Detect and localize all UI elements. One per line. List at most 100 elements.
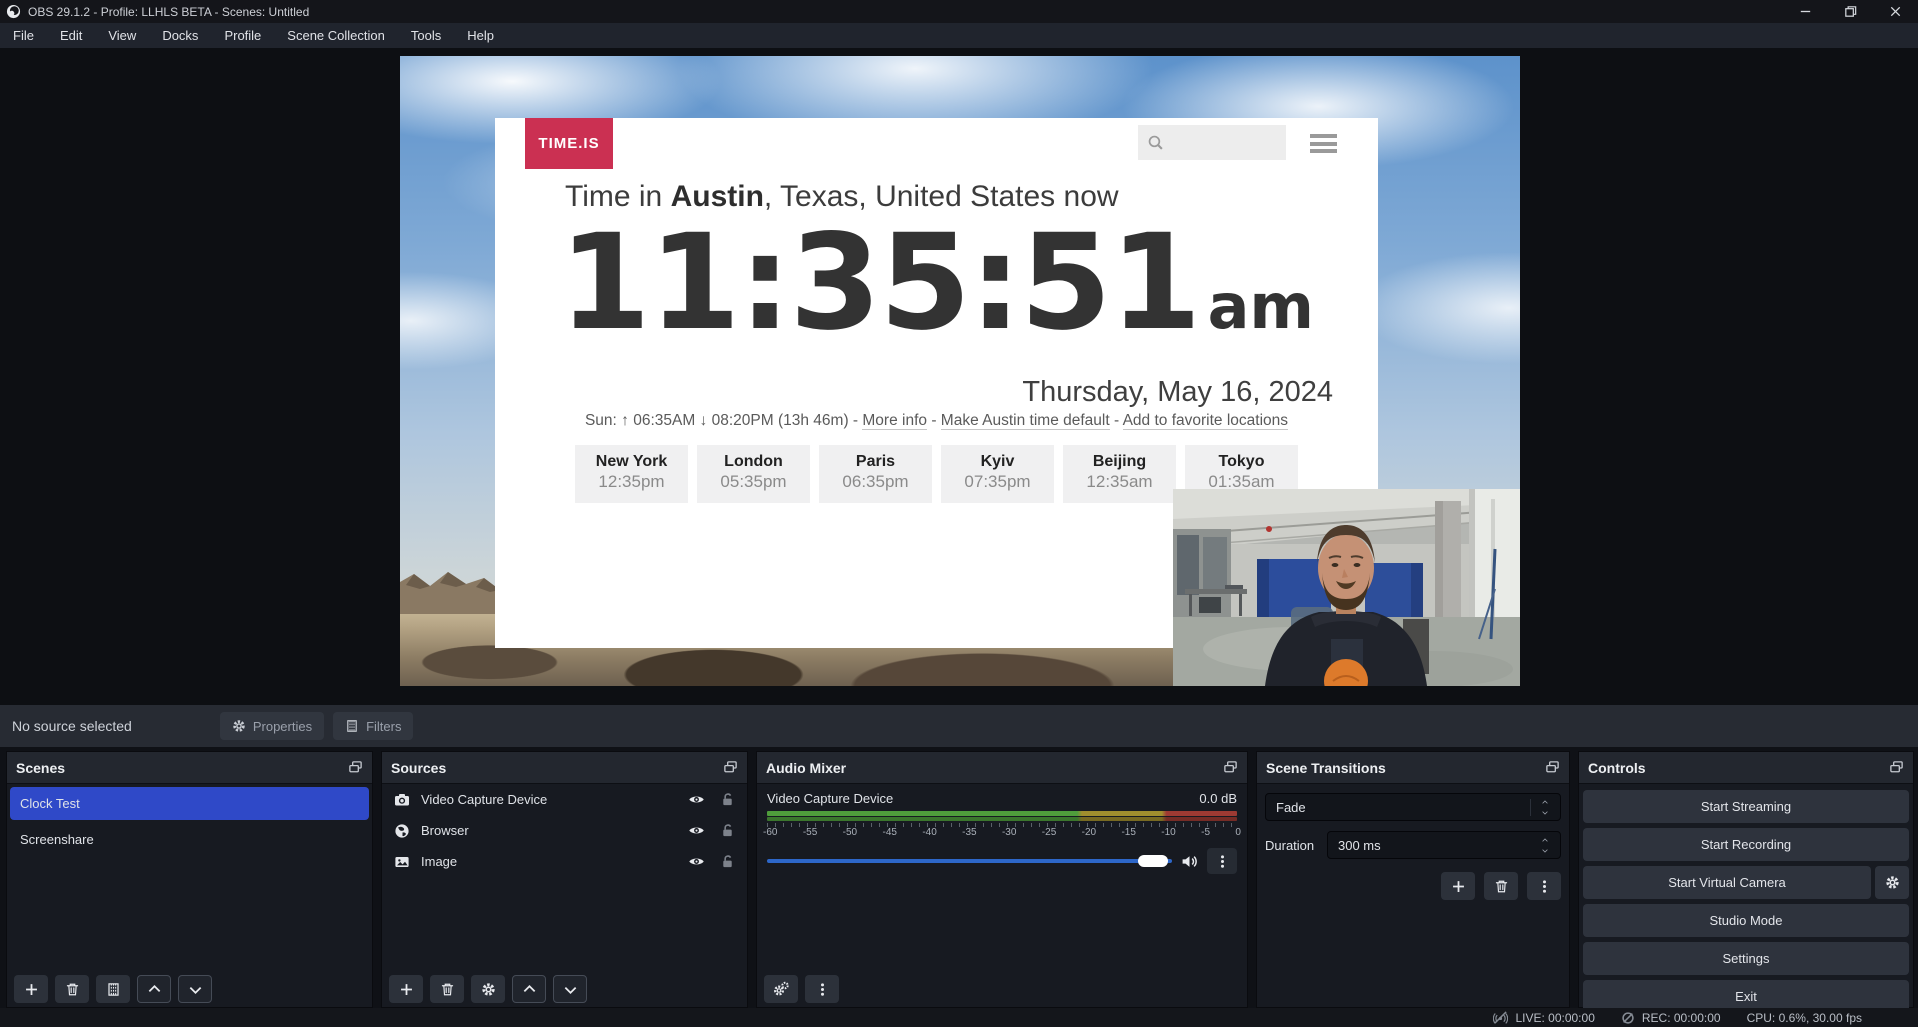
close-button[interactable] bbox=[1873, 0, 1918, 23]
obs-logo-icon bbox=[6, 4, 21, 19]
filters-button[interactable]: Filters bbox=[333, 712, 413, 740]
stream-inactive-icon bbox=[1493, 1010, 1508, 1025]
menu-scene-collection[interactable]: Scene Collection bbox=[274, 23, 398, 48]
city-london: London05:35pm bbox=[697, 445, 810, 503]
menu-view[interactable]: View bbox=[95, 23, 149, 48]
preview-area: TIME.IS Time in Austin, Texas, United St… bbox=[0, 48, 1918, 705]
advanced-audio-button[interactable] bbox=[764, 975, 798, 1003]
mixer-channel-db: 0.0 dB bbox=[1199, 791, 1237, 806]
plus-icon bbox=[1451, 879, 1466, 894]
properties-button[interactable]: Properties bbox=[220, 712, 324, 740]
chevron-up-icon bbox=[147, 982, 162, 997]
transition-select[interactable]: Fade bbox=[1265, 793, 1561, 821]
city-kyiv: Kyiv07:35pm bbox=[941, 445, 1054, 503]
eye-icon[interactable] bbox=[688, 853, 705, 870]
transitions-title: Scene Transitions bbox=[1266, 760, 1386, 776]
controls-dock: Controls Start Streaming Start Recording… bbox=[1578, 751, 1914, 1008]
virtual-camera-settings-button[interactable] bbox=[1875, 866, 1909, 899]
duration-spinbox[interactable]: 300 ms bbox=[1327, 831, 1561, 859]
kebab-menu-icon bbox=[815, 982, 830, 997]
trash-icon bbox=[1494, 879, 1509, 894]
scenes-dock: Scenes Clock Test Screenshare bbox=[6, 751, 373, 1008]
trash-icon bbox=[440, 982, 455, 997]
volume-slider[interactable] bbox=[767, 859, 1172, 863]
source-item-browser[interactable]: Browser bbox=[382, 815, 747, 846]
rec-status: REC: 00:00:00 bbox=[1621, 1011, 1721, 1025]
eye-icon[interactable] bbox=[688, 791, 705, 808]
trash-icon bbox=[65, 982, 80, 997]
volume-slider-handle[interactable] bbox=[1138, 855, 1168, 867]
popout-icon[interactable] bbox=[348, 760, 363, 775]
window-title: OBS 29.1.2 - Profile: LLHLS BETA - Scene… bbox=[28, 5, 309, 19]
popout-icon[interactable] bbox=[723, 760, 738, 775]
mixer-channel-menu-button[interactable] bbox=[1207, 848, 1237, 874]
minimize-button[interactable] bbox=[1783, 0, 1828, 23]
kebab-menu-icon bbox=[1537, 879, 1552, 894]
start-recording-button[interactable]: Start Recording bbox=[1583, 828, 1909, 861]
sources-title: Sources bbox=[391, 760, 446, 776]
controls-title: Controls bbox=[1588, 760, 1646, 776]
scene-item-clock-test[interactable]: Clock Test bbox=[10, 787, 369, 820]
duration-label: Duration bbox=[1265, 838, 1327, 853]
scene-down-button[interactable] bbox=[178, 975, 212, 1003]
start-virtual-camera-button[interactable]: Start Virtual Camera bbox=[1583, 866, 1871, 899]
unlock-icon[interactable] bbox=[720, 854, 735, 869]
source-up-button[interactable] bbox=[512, 975, 546, 1003]
scene-up-button[interactable] bbox=[137, 975, 171, 1003]
remove-scene-button[interactable] bbox=[55, 975, 89, 1003]
add-transition-button[interactable] bbox=[1441, 872, 1475, 900]
transition-menu-button[interactable] bbox=[1527, 872, 1561, 900]
scenes-title: Scenes bbox=[16, 760, 65, 776]
image-icon bbox=[394, 854, 410, 870]
chevron-up-icon bbox=[522, 982, 537, 997]
make-default-link: Make Austin time default bbox=[941, 412, 1110, 430]
chevron-up-icon bbox=[1540, 799, 1550, 806]
source-item-video-capture[interactable]: Video Capture Device bbox=[382, 784, 747, 815]
source-status-text: No source selected bbox=[12, 718, 132, 734]
gear-icon bbox=[232, 719, 246, 733]
sources-dock: Sources Video Capture Device Browser bbox=[381, 751, 748, 1008]
add-source-button[interactable] bbox=[389, 975, 423, 1003]
remove-source-button[interactable] bbox=[430, 975, 464, 1003]
timeis-logo: TIME.IS bbox=[525, 118, 613, 169]
start-streaming-button[interactable]: Start Streaming bbox=[1583, 790, 1909, 823]
settings-button[interactable]: Settings bbox=[1583, 942, 1909, 975]
add-scene-button[interactable] bbox=[14, 975, 48, 1003]
eye-icon[interactable] bbox=[688, 822, 705, 839]
menu-bar: File Edit View Docks Profile Scene Colle… bbox=[0, 23, 1918, 48]
studio-mode-button[interactable]: Studio Mode bbox=[1583, 904, 1909, 937]
source-down-button[interactable] bbox=[553, 975, 587, 1003]
gear-icon bbox=[481, 982, 496, 997]
popout-icon[interactable] bbox=[1223, 760, 1238, 775]
menu-edit[interactable]: Edit bbox=[47, 23, 95, 48]
filters-icon bbox=[106, 982, 121, 997]
speaker-icon[interactable] bbox=[1181, 853, 1198, 870]
restore-button[interactable] bbox=[1828, 0, 1873, 23]
sun-info-line: Sun: ↑ 06:35AM ↓ 08:20PM (13h 46m) - Mor… bbox=[495, 412, 1378, 430]
menu-profile[interactable]: Profile bbox=[211, 23, 274, 48]
menu-docks[interactable]: Docks bbox=[149, 23, 211, 48]
remove-transition-button[interactable] bbox=[1484, 872, 1518, 900]
popout-icon[interactable] bbox=[1545, 760, 1560, 775]
unlock-icon[interactable] bbox=[720, 823, 735, 838]
restore-icon bbox=[1843, 4, 1858, 19]
mixer-menu-button[interactable] bbox=[805, 975, 839, 1003]
program-canvas[interactable]: TIME.IS Time in Austin, Texas, United St… bbox=[400, 56, 1520, 686]
menu-file[interactable]: File bbox=[0, 23, 47, 48]
chevron-down-icon bbox=[563, 982, 578, 997]
plus-icon bbox=[24, 982, 39, 997]
scene-filters-button[interactable] bbox=[96, 975, 130, 1003]
source-properties-button[interactable] bbox=[471, 975, 505, 1003]
scene-transitions-dock: Scene Transitions Fade Duration 300 ms bbox=[1256, 751, 1570, 1008]
menu-tools[interactable]: Tools bbox=[398, 23, 454, 48]
search-input bbox=[1138, 125, 1286, 160]
scene-item-screenshare[interactable]: Screenshare bbox=[10, 823, 369, 856]
kebab-menu-icon bbox=[1215, 854, 1230, 869]
camera-icon bbox=[394, 792, 410, 808]
menu-help[interactable]: Help bbox=[454, 23, 507, 48]
city-paris: Paris06:35pm bbox=[819, 445, 932, 503]
source-item-image[interactable]: Image bbox=[382, 846, 747, 877]
popout-icon[interactable] bbox=[1889, 760, 1904, 775]
unlock-icon[interactable] bbox=[720, 792, 735, 807]
close-icon bbox=[1888, 4, 1903, 19]
